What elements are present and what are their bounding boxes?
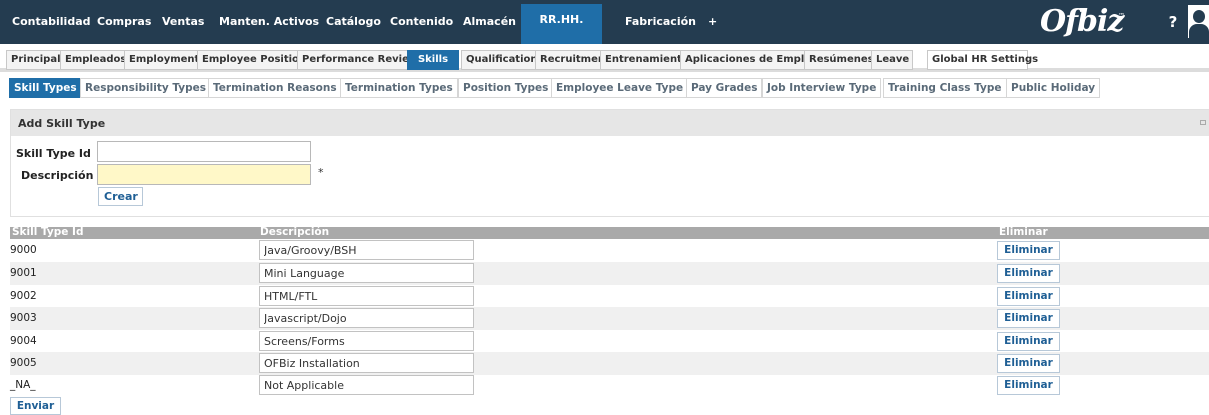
skill-type-id: 9000 [10,244,37,256]
tab-employee-position[interactable]: Employee Position [197,50,312,70]
skill-type-id: 9003 [10,312,37,324]
skill-type-id-label: Skill Type Id [16,147,91,160]
app-almacen[interactable]: Almacén [463,0,516,44]
skill-type-id: 9002 [10,290,37,302]
skill-type-id-input[interactable] [97,141,311,162]
app-contenido[interactable]: Contenido [390,0,453,44]
nav-public-holiday[interactable]: Public Holiday [1006,78,1101,98]
hr-subtabs: Principal Empleados Employments Employee… [0,44,1209,72]
skill-types-table-header: Skill Type Id Descripción Eliminar [10,226,1209,239]
nav-employee-leave-type[interactable]: Employee Leave Type [551,78,689,98]
tab-empleados[interactable]: Empleados [60,50,132,70]
row-description-input[interactable] [259,353,474,373]
skill-type-id: _NA_ [10,379,36,391]
delete-button[interactable]: Eliminar [997,376,1060,395]
tab-principal[interactable]: Principal [6,50,66,70]
nav-training-class-type[interactable]: Training Class Type [883,78,1007,98]
table-row: 9000 Eliminar [10,239,1209,262]
app-manten-activos[interactable]: Manten. Activos [219,0,319,44]
required-marker: * [318,166,324,179]
tab-leave[interactable]: Leave [871,50,913,70]
delete-button[interactable]: Eliminar [997,332,1060,351]
row-description-input[interactable] [259,331,474,351]
row-description-input[interactable] [259,286,474,306]
panel-header: Add Skill Type [11,110,1209,136]
collapse-icon[interactable] [1200,120,1206,125]
app-ventas[interactable]: Ventas [162,0,204,44]
table-row: 9004 Eliminar [10,330,1209,353]
add-skill-type-panel: Add Skill Type Skill Type Id Descripción… [10,109,1209,217]
app-catalogo[interactable]: Catálogo [326,0,381,44]
tab-resumenes[interactable]: Resúmenes [804,50,879,70]
description-label: Descripción [21,169,94,182]
description-input[interactable] [97,164,311,185]
user-icon-head [1193,10,1205,23]
trademark-mark: ™ [1118,12,1125,20]
submit-button[interactable]: Enviar [10,397,61,415]
settings-nav: Skill Types Responsibility Types Termina… [0,78,1209,100]
table-row: 9002 Eliminar [10,285,1209,308]
skill-type-id: 9001 [10,267,37,279]
column-header-delete: Eliminar [999,226,1048,238]
user-icon-torso [1189,24,1209,38]
nav-skill-types[interactable]: Skill Types [9,78,82,98]
tab-performance-review[interactable]: Performance Review [297,50,424,70]
user-icon[interactable] [1188,5,1209,38]
app-compras[interactable]: Compras [97,0,151,44]
table-row: 9005 Eliminar [10,352,1209,375]
table-row: _NA_ Eliminar [10,374,1209,397]
row-description-input[interactable] [259,240,474,260]
delete-button[interactable]: Eliminar [997,354,1060,373]
delete-button[interactable]: Eliminar [997,241,1060,260]
nav-pay-grades[interactable]: Pay Grades [686,78,763,98]
help-icon[interactable]: ? [1163,12,1183,32]
ofbiz-logo[interactable]: Ofbiz [1040,3,1124,41]
nav-job-interview-type[interactable]: Job Interview Type [762,78,882,98]
row-description-input[interactable] [259,375,474,395]
app-bar: Contabilidad Compras Ventas Manten. Acti… [0,0,1209,44]
nav-termination-types[interactable]: Termination Types [340,78,458,98]
column-header-description: Descripción [260,226,330,238]
row-description-input[interactable] [259,308,474,328]
column-header-id: Skill Type Id [12,226,84,238]
app-rrhh[interactable]: RR.HH. [521,4,602,44]
nav-responsibility-types[interactable]: Responsibility Types [80,78,211,98]
delete-button[interactable]: Eliminar [997,264,1060,283]
delete-button[interactable]: Eliminar [997,309,1060,328]
skill-type-id: 9004 [10,335,37,347]
app-fabricacion[interactable]: Fabricación [625,0,696,44]
tab-skills[interactable]: Skills [407,50,459,70]
skill-type-id: 9005 [10,357,37,369]
table-row: 9003 Eliminar [10,307,1209,330]
app-contabilidad[interactable]: Contabilidad [12,0,91,44]
row-description-input[interactable] [259,263,474,283]
nav-termination-reasons[interactable]: Termination Reasons [208,78,342,98]
add-app-button[interactable]: + [708,0,717,44]
create-button[interactable]: Crear [98,187,143,206]
nav-position-types[interactable]: Position Types [458,78,554,98]
delete-button[interactable]: Eliminar [997,287,1060,306]
table-row: 9001 Eliminar [10,262,1209,285]
panel-title: Add Skill Type [18,117,106,130]
tab-global-hr-settings[interactable]: Global HR Settings [927,50,1038,70]
tab-aplicaciones-de-empleo[interactable]: Aplicaciones de Empleo [680,50,823,70]
